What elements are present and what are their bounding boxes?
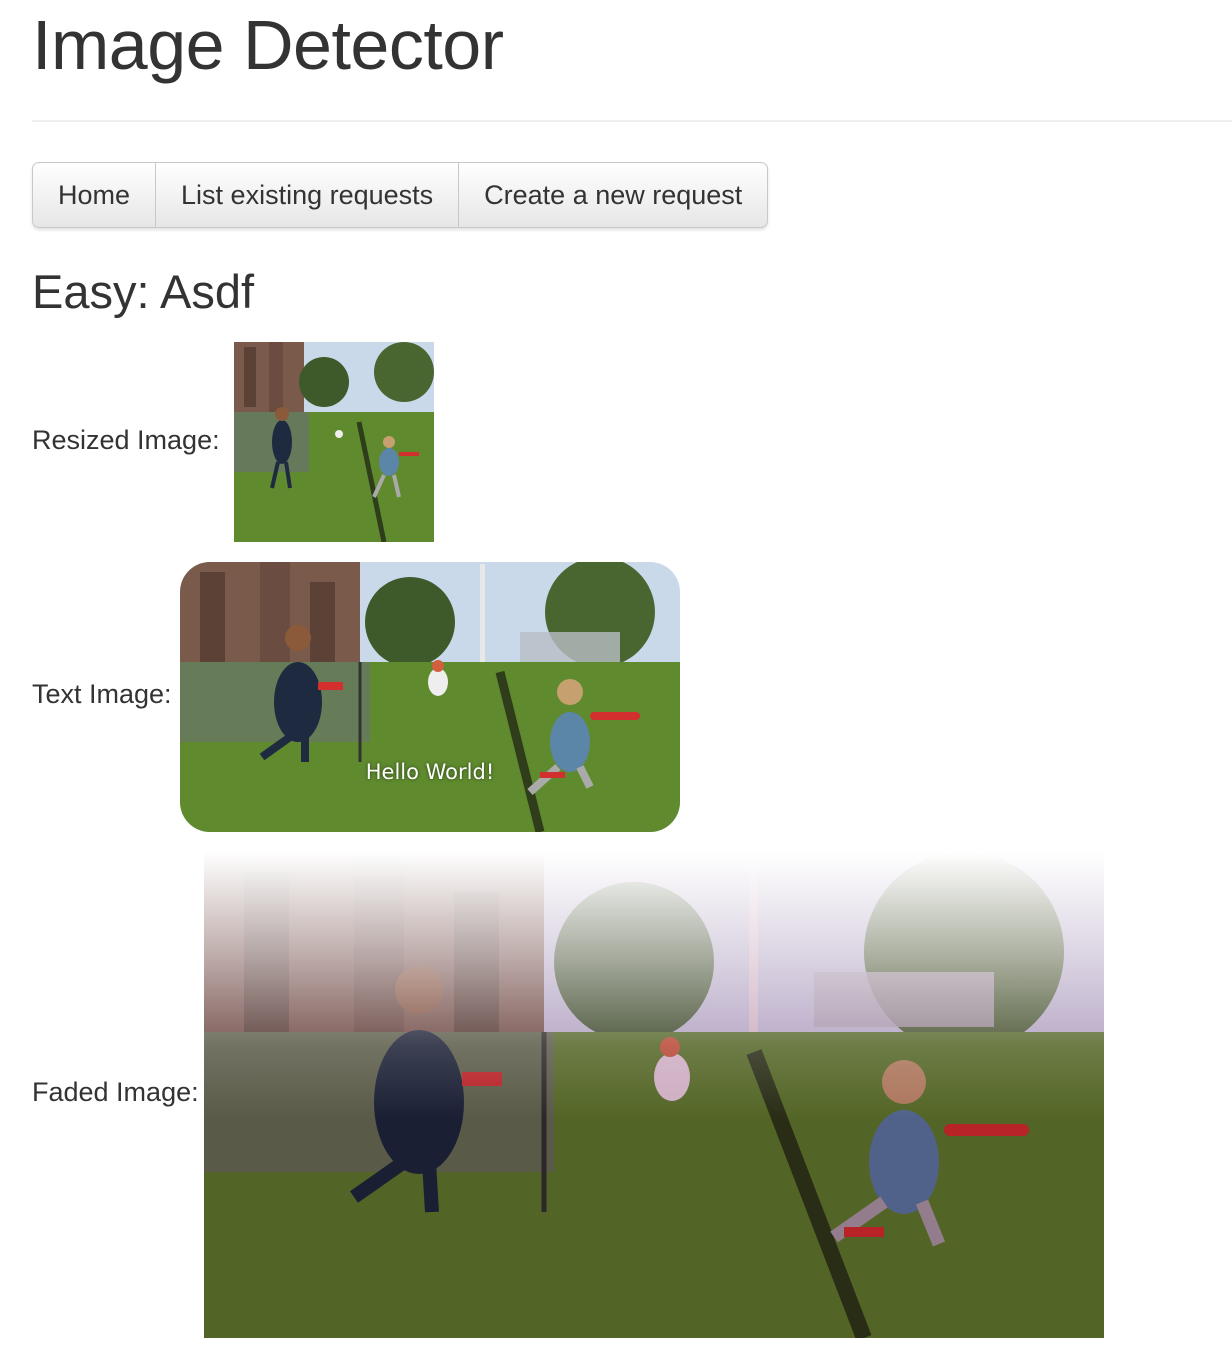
text-image-label: Text Image:: [32, 679, 172, 709]
text-image: Hello World!: [180, 562, 680, 832]
resized-image: [234, 342, 434, 542]
home-button[interactable]: Home: [33, 163, 157, 227]
header-divider: [32, 120, 1232, 122]
image-overlay-text: Hello World!: [365, 760, 495, 784]
page-title: Image Detector: [32, 6, 504, 84]
faded-image-gradient: [204, 852, 1104, 1338]
request-title: Easy: Asdf: [32, 265, 255, 318]
faded-image-label: Faded Image:: [32, 1077, 199, 1107]
resized-image-label: Resized Image:: [32, 425, 220, 455]
faded-image: [204, 852, 1104, 1338]
nav-button-group: Home List existing requests Create a new…: [32, 162, 769, 228]
create-request-button[interactable]: Create a new request: [459, 163, 767, 227]
list-requests-button[interactable]: List existing requests: [156, 163, 460, 227]
page: Image Detector Home List existing reques…: [0, 0, 1232, 1358]
